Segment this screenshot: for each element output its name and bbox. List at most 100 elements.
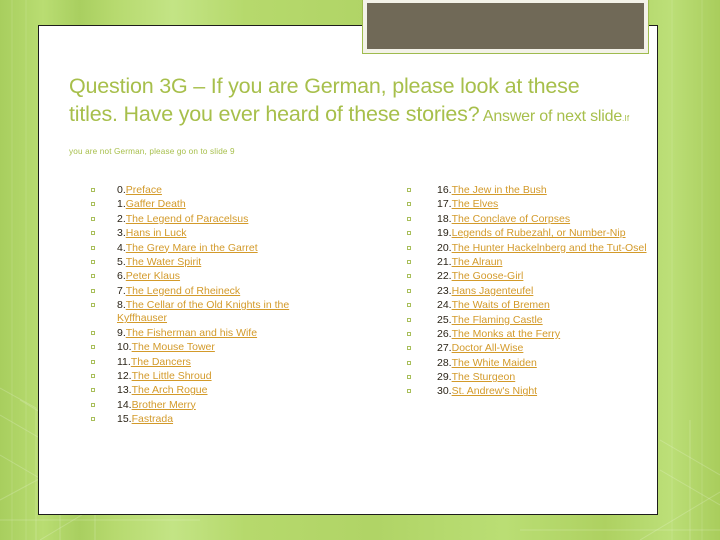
list-item-number: 18.	[437, 212, 452, 225]
list-item-link[interactable]: Hans in Luck	[126, 227, 187, 239]
list-item[interactable]: 30.St. Andrew's Night	[407, 385, 649, 398]
list-item[interactable]: 0.Preface	[91, 184, 339, 197]
list-item-link[interactable]: The Legend of Paracelsus	[126, 213, 249, 225]
list-item-number: 5.	[117, 255, 126, 268]
list-item-number: 30.	[437, 385, 452, 398]
list-item-number: 22.	[437, 270, 452, 283]
list-item[interactable]: 18.The Conclave of Corpses	[407, 213, 649, 226]
list-item[interactable]: 20.The Hunter Hackelnberg and the Tut-Os…	[407, 242, 649, 255]
list-item-number: 0.	[117, 184, 126, 196]
list-item-link[interactable]: The Mouse Tower	[132, 341, 215, 353]
bullet-square-icon	[91, 359, 95, 364]
list-item-link[interactable]: The Water Spirit	[126, 256, 201, 268]
bullet-square-icon	[91, 231, 95, 236]
list-item[interactable]: 4.The Grey Mare in the Garret	[91, 242, 339, 255]
list-item[interactable]: 19.Legends of Rubezahl, or Number-Nip	[407, 227, 649, 240]
list-item[interactable]: 17.The Elves	[407, 198, 649, 211]
list-item-number: 1.	[117, 198, 126, 211]
list-item-number: 13.	[117, 384, 132, 397]
list-item[interactable]: 25.The Flaming Castle	[407, 314, 649, 327]
list-item-link[interactable]: The Conclave of Corpses	[452, 213, 570, 225]
bullet-square-icon	[91, 259, 95, 264]
list-item[interactable]: 26.The Monks at the Ferry	[407, 328, 649, 341]
list-item-link[interactable]: Doctor All-Wise	[452, 342, 524, 354]
list-item-link[interactable]: Preface	[126, 184, 162, 196]
bullet-square-icon	[407, 245, 411, 250]
list-item-link[interactable]: The Flaming Castle	[452, 314, 543, 326]
list-item[interactable]: 16.The Jew in the Bush	[407, 184, 649, 197]
page-title: Question 3G – If you are German, please …	[69, 72, 631, 166]
list-item[interactable]: 15.Fastrada	[91, 413, 339, 426]
list-item[interactable]: 29.The Sturgeon	[407, 371, 649, 384]
list-item-link[interactable]: The Dancers	[131, 356, 191, 368]
list-item-link[interactable]: The Grey Mare in the Garret	[126, 242, 258, 254]
bullet-square-icon	[407, 317, 411, 322]
list-item-link[interactable]: The Monks at the Ferry	[452, 328, 561, 340]
bullet-square-icon	[91, 216, 95, 221]
list-item-number: 27.	[437, 342, 452, 355]
decorative-image-placeholder	[362, 0, 649, 54]
list-item-link[interactable]: The Fisherman and his Wife	[126, 327, 257, 339]
list-item[interactable]: 1.Gaffer Death	[91, 198, 339, 211]
list-item[interactable]: 12.The Little Shroud	[91, 370, 339, 383]
bullet-square-icon	[407, 346, 411, 351]
list-item-link[interactable]: The Arch Rogue	[132, 384, 208, 396]
list-item-link[interactable]: The Sturgeon	[452, 371, 516, 383]
list-item[interactable]: 21.The Alraun	[407, 256, 649, 269]
list-item-link[interactable]: The Alraun	[452, 256, 503, 268]
bullet-square-icon	[91, 388, 95, 393]
list-item-link[interactable]: Hans Jagenteufel	[452, 285, 534, 297]
bullet-square-icon	[407, 259, 411, 264]
list-item-number: 11.	[117, 355, 131, 368]
list-item-link[interactable]: Fastrada	[132, 413, 173, 425]
list-item-link[interactable]: Legends of Rubezahl, or Number-Nip	[452, 227, 626, 239]
list-item[interactable]: 2.The Legend of Paracelsus	[91, 213, 339, 226]
list-item[interactable]: 24.The Waits of Bremen	[407, 299, 649, 312]
list-item-number: 17.	[437, 198, 452, 211]
bullet-square-icon	[407, 331, 411, 336]
list-item[interactable]: 28.The White Maiden	[407, 357, 649, 370]
bullet-square-icon	[91, 245, 95, 250]
list-item-link[interactable]: The Goose-Girl	[452, 270, 524, 282]
bullet-square-icon	[91, 402, 95, 407]
list-item-number: 26.	[437, 327, 452, 340]
bullet-square-icon	[407, 389, 411, 394]
list-item-number: 8.	[117, 299, 126, 312]
list-item-number: 28.	[437, 356, 452, 369]
list-item-link[interactable]: The Hunter Hackelnberg and the Tut-Osel	[452, 242, 647, 254]
list-item[interactable]: 7.The Legend of Rheineck	[91, 285, 339, 298]
list-item[interactable]: 13.The Arch Rogue	[91, 384, 339, 397]
story-list-right: 16.The Jew in the Bush 17.The Elves 18.T…	[407, 184, 649, 399]
list-item-link[interactable]: Brother Merry	[132, 399, 196, 411]
list-item[interactable]: 5.The Water Spirit	[91, 256, 339, 269]
list-item[interactable]: 11.The Dancers	[91, 356, 339, 369]
list-item-link[interactable]: The Jew in the Bush	[452, 184, 547, 196]
list-item[interactable]: 8.The Cellar of the Old Knights in the K…	[91, 299, 339, 325]
list-item-number: 3.	[117, 227, 126, 240]
bullet-square-icon	[407, 188, 411, 192]
list-item-link[interactable]: The Little Shroud	[132, 370, 212, 382]
list-item-number: 4.	[117, 241, 126, 254]
list-item[interactable]: 3.Hans in Luck	[91, 227, 339, 240]
bullet-square-icon	[91, 274, 95, 279]
list-item-link[interactable]: Gaffer Death	[126, 198, 186, 210]
list-item-link[interactable]: The White Maiden	[452, 357, 537, 369]
list-item[interactable]: 9.The Fisherman and his Wife	[91, 327, 339, 340]
list-item-number: 6.	[117, 270, 126, 283]
list-item[interactable]: 6.Peter Klaus	[91, 270, 339, 283]
list-item[interactable]: 22.The Goose-Girl	[407, 270, 649, 283]
list-item-link[interactable]: The Legend of Rheineck	[126, 285, 240, 297]
list-item-link[interactable]: The Cellar of the Old Knights in the Kyf…	[117, 299, 289, 324]
list-item[interactable]: 27.Doctor All-Wise	[407, 342, 649, 355]
list-item-link[interactable]: St. Andrew's Night	[452, 385, 537, 397]
list-item-link[interactable]: The Waits of Bremen	[452, 299, 550, 311]
list-item[interactable]: 23.Hans Jagenteufel	[407, 285, 649, 298]
list-item-link[interactable]: The Elves	[452, 198, 499, 210]
list-item-number: 12.	[117, 369, 132, 382]
list-item[interactable]: 10.The Mouse Tower	[91, 341, 339, 354]
list-item-link[interactable]: Peter Klaus	[126, 270, 180, 282]
story-list-column-right: 16.The Jew in the Bush 17.The Elves 18.T…	[349, 184, 659, 427]
list-item[interactable]: 14.Brother Merry	[91, 399, 339, 412]
bullet-square-icon	[407, 288, 411, 293]
bullet-square-icon	[91, 345, 95, 350]
